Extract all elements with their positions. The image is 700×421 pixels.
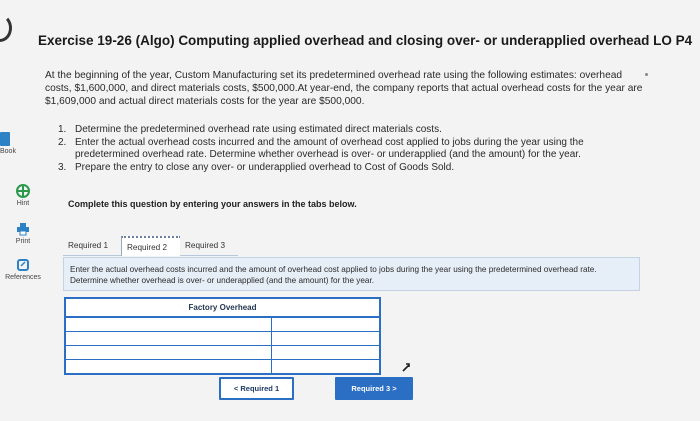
exercise-title: Exercise 19-26 (Algo) Computing applied … — [38, 33, 693, 48]
next-requirement-button[interactable]: Required 3 > — [335, 377, 413, 400]
requirements-list: 1. Determine the predetermined overhead … — [58, 124, 648, 174]
partial-circle-icon — [0, 14, 12, 42]
previous-requirement-button[interactable]: < Required 1 — [219, 377, 294, 400]
debit-input-cell[interactable] — [66, 346, 272, 359]
print-button[interactable]: Print — [0, 222, 46, 245]
print-icon — [17, 223, 29, 236]
debit-input-cell[interactable] — [66, 332, 272, 345]
instruction-text: Complete this question by entering your … — [68, 199, 357, 209]
t-account-row — [66, 346, 379, 360]
t-account-header: Factory Overhead — [66, 299, 379, 318]
decorative-dot — [645, 73, 648, 76]
t-account-row — [66, 332, 379, 346]
tab-required-1[interactable]: Required 1 — [63, 236, 121, 256]
left-toolbar: Book Hint Print References — [0, 0, 48, 421]
debit-input-cell[interactable] — [66, 318, 272, 331]
problem-intro: At the beginning of the year, Custom Man… — [45, 70, 643, 107]
chevron-left-icon: < — [233, 384, 239, 393]
requirement-number: 2. — [58, 136, 67, 148]
credit-input-cell[interactable] — [272, 318, 379, 331]
hint-label: Hint — [16, 200, 30, 207]
panel-instruction: Enter the actual overhead costs incurred… — [70, 265, 597, 285]
instruction-panel: Enter the actual overhead costs incurred… — [63, 257, 640, 291]
previous-button-label: Required 1 — [240, 384, 280, 393]
requirement-text: Prepare the entry to close any over- or … — [75, 161, 455, 173]
requirement-item: 1. Determine the predetermined overhead … — [58, 124, 648, 137]
chevron-right-icon: > — [392, 384, 397, 393]
hint-icon — [16, 184, 30, 198]
requirement-text: Determine the predetermined overhead rat… — [75, 124, 442, 135]
debit-input-cell[interactable] — [66, 360, 272, 373]
credit-input-cell[interactable] — [272, 346, 379, 359]
references-label: References — [5, 274, 41, 281]
hint-button[interactable]: Hint — [0, 184, 46, 207]
next-button-label: Required 3 — [351, 384, 391, 393]
credit-input-cell[interactable] — [272, 360, 379, 373]
book-icon — [0, 132, 10, 146]
print-label: Print — [15, 238, 31, 245]
tab-required-2[interactable]: Required 2 — [121, 236, 181, 256]
requirement-item: 2. Enter the actual overhead costs incur… — [58, 137, 648, 162]
requirement-text: Enter the actual overhead costs incurred… — [75, 136, 584, 161]
credit-input-cell[interactable] — [272, 332, 379, 345]
tab-required-3[interactable]: Required 3 — [180, 236, 238, 256]
book-label: Book — [0, 148, 16, 155]
references-icon — [17, 259, 29, 271]
requirement-number: 1. — [58, 124, 67, 135]
t-account-row — [66, 318, 379, 332]
requirement-number: 3. — [58, 161, 67, 173]
mouse-cursor-icon — [402, 363, 410, 372]
t-account-row — [66, 360, 379, 373]
book-button[interactable]: Book — [0, 132, 46, 155]
factory-overhead-t-account: Factory Overhead — [64, 297, 381, 375]
requirement-item: 3. Prepare the entry to close any over- … — [58, 162, 648, 175]
references-button[interactable]: References — [0, 258, 46, 281]
